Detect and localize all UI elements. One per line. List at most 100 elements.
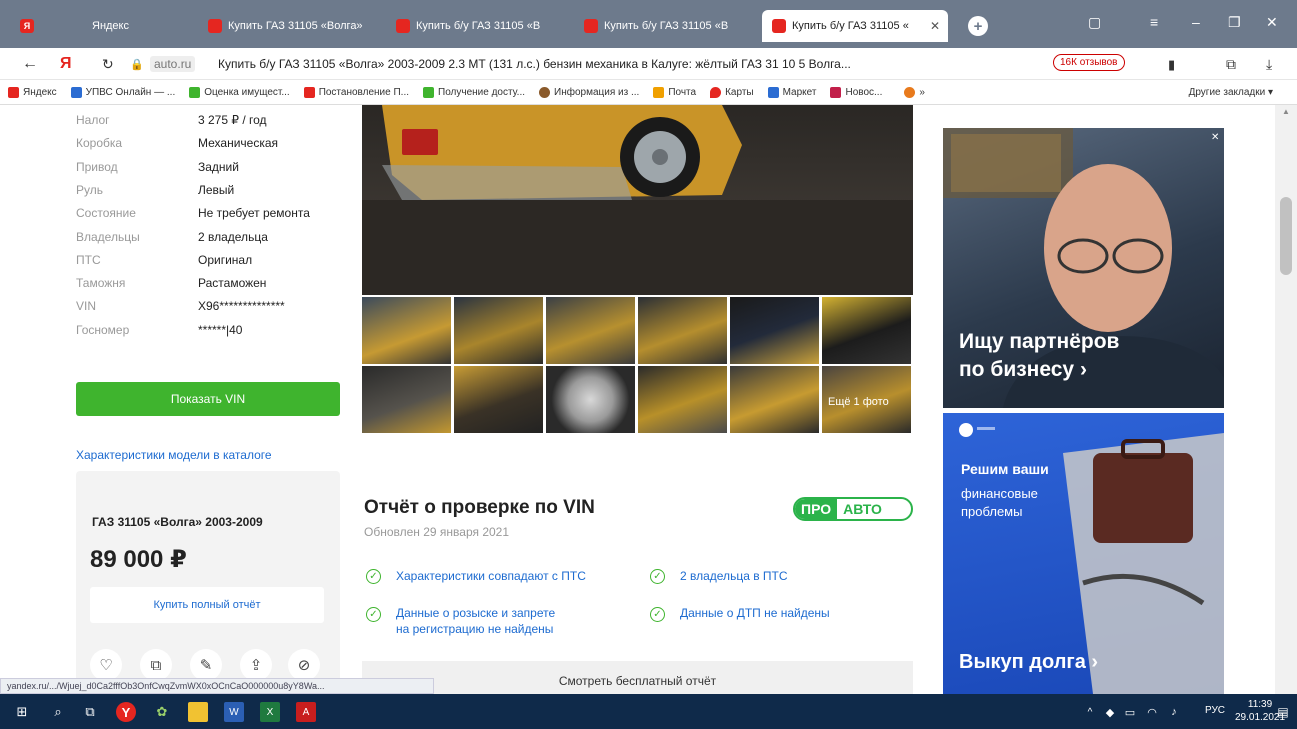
keyboard-language[interactable]: РУС bbox=[1205, 705, 1225, 716]
search-icon[interactable]: ⌕ bbox=[48, 702, 68, 722]
download-icon[interactable]: ⤓ bbox=[1266, 56, 1272, 73]
scroll-up-icon[interactable]: ▲ bbox=[1282, 107, 1290, 116]
ad-close-icon[interactable]: ✕ bbox=[1211, 132, 1219, 143]
bookmark-label: Почта bbox=[668, 86, 697, 98]
spec-label: VIN bbox=[76, 299, 97, 314]
reload-icon[interactable]: ↻ bbox=[102, 56, 114, 73]
scroll-thumb[interactable] bbox=[1280, 197, 1292, 275]
free-report-button[interactable]: Смотреть бесплатный отчёт bbox=[362, 661, 913, 694]
check-text[interactable]: Данные о розыске и запрете на регистраци… bbox=[396, 605, 555, 637]
bookmark-ocenka[interactable]: Оценка имущест... bbox=[189, 86, 290, 98]
check-text[interactable]: Характеристики совпадают с ПТС bbox=[396, 568, 586, 584]
tray-chevron-icon[interactable]: ^ bbox=[1080, 702, 1100, 722]
check-icon: ✓ bbox=[650, 569, 665, 584]
thumbnail-6[interactable] bbox=[822, 297, 911, 364]
show-vin-button[interactable]: Показать VIN bbox=[76, 382, 340, 416]
map-pin-icon bbox=[710, 86, 722, 98]
reviews-badge[interactable]: 16К отзывов bbox=[1053, 54, 1125, 71]
thumbnail-more[interactable]: Ещё 1 фото bbox=[822, 366, 911, 433]
tray-app-icon[interactable]: ◆ bbox=[1100, 702, 1120, 722]
bookmark-other[interactable]: Другие закладки ▾ bbox=[1189, 87, 1273, 98]
word-icon[interactable]: W bbox=[224, 702, 244, 722]
spec-row: Госномер ******|40 bbox=[76, 323, 346, 345]
address-domain[interactable]: auto.ru bbox=[150, 56, 196, 72]
thumbnail-5[interactable] bbox=[730, 297, 819, 364]
thumbnail-10[interactable] bbox=[638, 366, 727, 433]
ad-banner-debt[interactable]: Решим ваши финансовые проблемы Выкуп дол… bbox=[943, 413, 1224, 694]
network-icon[interactable]: ▭ bbox=[1120, 702, 1140, 722]
yandex-logo-icon[interactable]: Я bbox=[60, 55, 72, 73]
bookmark-poluchenie[interactable]: Получение досту... bbox=[423, 86, 525, 98]
bookmark-yandex[interactable]: Яндекс bbox=[8, 86, 57, 98]
thumbnail-2[interactable] bbox=[454, 297, 543, 364]
bookmark-label: Информация из ... bbox=[554, 86, 640, 98]
bookmark-window-icon[interactable]: ▢ bbox=[1088, 14, 1101, 31]
wifi-icon[interactable]: ◠ bbox=[1142, 702, 1162, 722]
spec-label: Состояние bbox=[76, 206, 136, 221]
bookmark-informaciya[interactable]: Информация из ... bbox=[539, 86, 640, 98]
back-icon[interactable]: ← bbox=[22, 55, 38, 73]
bookmark-postanovlenie[interactable]: Постановление П... bbox=[303, 86, 409, 98]
menu-icon[interactable]: ≡ bbox=[1150, 14, 1158, 30]
restore-icon[interactable]: ❐ bbox=[1228, 14, 1241, 31]
pdf-icon[interactable]: A bbox=[296, 702, 316, 722]
bookmark-karty[interactable]: Карты bbox=[710, 86, 754, 98]
hide-icon[interactable]: ⊘ bbox=[288, 649, 320, 681]
address-title[interactable]: Купить б/у ГАЗ 31105 «Волга» 2003-2009 2… bbox=[218, 57, 1018, 71]
spec-value: ******|40 bbox=[198, 322, 243, 337]
collections-icon[interactable]: ⧉ bbox=[1226, 56, 1236, 73]
browser-tab-active[interactable]: Купить б/у ГАЗ 31105 « ✕ bbox=[762, 10, 948, 42]
buy-report-button[interactable]: Купить полный отчёт bbox=[90, 587, 324, 623]
emblem-icon bbox=[539, 86, 551, 98]
volume-icon[interactable]: ♪ bbox=[1164, 702, 1184, 722]
check-text[interactable]: 2 владельца в ПТС bbox=[680, 568, 788, 584]
bookmark-overflow[interactable]: » bbox=[904, 86, 925, 98]
bookmark-icon[interactable]: ▮ bbox=[1168, 57, 1175, 73]
thumbnail-8[interactable] bbox=[454, 366, 543, 433]
browser-tab-3[interactable]: Купить б/у ГАЗ 31105 «В bbox=[386, 10, 566, 42]
leaf-icon bbox=[189, 86, 201, 98]
excel-icon[interactable]: X bbox=[260, 702, 280, 722]
browser-tab-4[interactable]: Купить б/у ГАЗ 31105 «В bbox=[574, 10, 754, 42]
catalog-link[interactable]: Характеристики модели в каталоге bbox=[76, 448, 272, 462]
bookmark-market[interactable]: Маркет bbox=[767, 86, 816, 98]
spec-label: ПТС bbox=[76, 252, 101, 267]
ad-banner-partners[interactable]: ✕ Ищу партнёров по бизнесу › bbox=[943, 128, 1224, 408]
thumbnail-4[interactable] bbox=[638, 297, 727, 364]
windows-start-icon[interactable]: ⊞ bbox=[12, 702, 32, 722]
tab-label: Купить б/у ГАЗ 31105 «В bbox=[604, 20, 729, 32]
browser-tab-strip: Я Яндекс Купить ГАЗ 31105 «Волга» Купить… bbox=[0, 0, 1297, 48]
notifications-icon[interactable]: ▤ bbox=[1273, 702, 1293, 722]
tab-label: Купить ГАЗ 31105 «Волга» bbox=[228, 20, 363, 32]
task-view-icon[interactable]: ⧉ bbox=[80, 702, 100, 722]
browser-tab-1[interactable]: Яндекс bbox=[82, 10, 192, 42]
bookmark-pochta[interactable]: Почта bbox=[653, 86, 697, 98]
page-scrollbar[interactable]: ▲ bbox=[1275, 105, 1297, 694]
browser-tab-2[interactable]: Купить ГАЗ 31105 «Волга» bbox=[198, 10, 378, 42]
thumbnail-3[interactable] bbox=[546, 297, 635, 364]
autoru-favicon-icon bbox=[772, 19, 786, 33]
browser-tab-yandex[interactable]: Я bbox=[10, 10, 82, 42]
file-explorer-icon[interactable] bbox=[188, 702, 208, 722]
thumbnail-1[interactable] bbox=[362, 297, 451, 364]
news-icon bbox=[830, 86, 842, 98]
thumbnail-9[interactable] bbox=[546, 366, 635, 433]
thumbnail-11[interactable] bbox=[730, 366, 819, 433]
bookmark-novosti[interactable]: Новос... bbox=[830, 86, 882, 98]
bookmark-upvs[interactable]: УПВС Онлайн — ... bbox=[70, 86, 175, 98]
close-window-icon[interactable]: ✕ bbox=[1266, 14, 1278, 31]
check-icon: ✓ bbox=[650, 607, 665, 622]
thumbnail-7[interactable] bbox=[362, 366, 451, 433]
tab-close-icon[interactable]: ✕ bbox=[930, 19, 940, 33]
favorite-icon[interactable]: ♡ bbox=[90, 649, 122, 681]
compare-icon[interactable]: ⧉ bbox=[140, 649, 172, 681]
spec-row: Коробка Механическая bbox=[76, 136, 346, 158]
new-tab-button[interactable]: + bbox=[962, 10, 994, 42]
app-icon[interactable]: ✿ bbox=[152, 702, 172, 722]
main-photo[interactable] bbox=[362, 105, 913, 295]
note-icon[interactable]: ✎ bbox=[190, 649, 222, 681]
minimize-icon[interactable]: – bbox=[1192, 14, 1200, 30]
share-icon[interactable]: ⇪ bbox=[240, 649, 272, 681]
yandex-browser-icon[interactable]: Y bbox=[116, 702, 136, 722]
check-text[interactable]: Данные о ДТП не найдены bbox=[680, 605, 830, 621]
